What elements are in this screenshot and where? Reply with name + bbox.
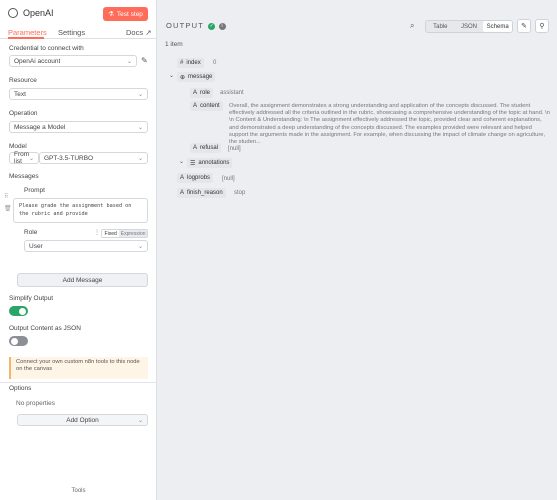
view-table[interactable]: Table xyxy=(426,21,455,32)
role-select[interactable]: User ⌄ xyxy=(24,240,148,252)
add-message-button[interactable]: Add Message xyxy=(17,273,148,287)
refusal-value: [null] xyxy=(228,146,241,152)
object-type-icon: ⊕ xyxy=(180,74,186,81)
string-type-icon: A xyxy=(193,145,198,151)
chevron-down-icon: ⌄ xyxy=(28,156,34,162)
simplify-output-label: Simplify Output xyxy=(9,295,54,302)
schema-field-message[interactable]: ⊕ message xyxy=(177,72,216,82)
operation-select[interactable]: Message a Model ⌄ xyxy=(9,121,148,133)
output-panel: OUTPUT ✓ i 1 item ⌕ Table JSON Schema ✎ … xyxy=(157,0,557,500)
edit-output-button[interactable]: ✎ xyxy=(517,19,531,33)
string-type-icon: A xyxy=(180,175,185,181)
index-value: 0 xyxy=(213,60,217,66)
flask-icon: ⚗ xyxy=(108,11,114,18)
output-header: OUTPUT ✓ i xyxy=(166,21,226,30)
info-icon[interactable]: i xyxy=(218,22,226,30)
role-label: Role xyxy=(24,229,38,236)
tab-settings[interactable]: Settings xyxy=(58,28,85,37)
external-link-icon: ↗ xyxy=(145,28,152,37)
view-schema[interactable]: Schema xyxy=(483,21,513,32)
panel-tabs: Parameters Settings Docs ↗ xyxy=(0,26,157,39)
model-label: Model xyxy=(9,143,27,150)
credential-select[interactable]: OpenAi account ⌄ xyxy=(9,55,137,67)
no-properties-text: No properties xyxy=(16,400,56,407)
schema-field-index[interactable]: # index xyxy=(177,58,204,68)
model-mode-select[interactable]: From list ⌄ xyxy=(9,151,39,165)
expand-chevron-icon[interactable]: ⌄ xyxy=(179,158,184,165)
schema-field-refusal[interactable]: Arefusal xyxy=(190,143,222,153)
string-type-icon: A xyxy=(193,90,198,96)
content-value: Overall, the assignment demonstrates a s… xyxy=(229,103,550,146)
pin-data-button[interactable]: ⚲ xyxy=(535,19,549,33)
role-value: assistant xyxy=(220,90,244,96)
string-type-icon: A xyxy=(180,190,185,196)
expression-option[interactable]: Expression xyxy=(119,230,147,237)
operation-label: Operation xyxy=(9,110,38,117)
chevron-down-icon: ⌄ xyxy=(126,59,132,65)
collapse-chevron-icon[interactable]: ⌄ xyxy=(169,72,174,79)
schema-field-finish-reason[interactable]: Afinish_reason xyxy=(177,188,226,198)
view-switcher: Table JSON Schema xyxy=(425,20,513,33)
toggle-knob xyxy=(11,337,18,345)
fixed-option[interactable]: Fixed xyxy=(102,230,120,237)
divider xyxy=(0,382,157,383)
search-icon[interactable]: ⌕ xyxy=(410,21,414,31)
node-title: OpenAI xyxy=(23,8,54,18)
tools-footer: Tools xyxy=(71,488,86,494)
tab-parameters[interactable]: Parameters xyxy=(8,28,47,37)
model-select[interactable]: GPT-3.5-TURBO ⌄ xyxy=(39,152,148,164)
array-type-icon: ☰ xyxy=(190,160,196,167)
view-json[interactable]: JSON xyxy=(455,21,484,32)
prompt-textarea[interactable]: Please grade the assignment based on the… xyxy=(13,198,148,223)
openai-logo-icon xyxy=(8,8,18,18)
chevron-down-icon: ⌄ xyxy=(137,125,143,131)
finish-reason-value: stop xyxy=(234,190,246,196)
node-parameters-panel: OpenAI ⚗ Test step Parameters Settings D… xyxy=(0,0,157,500)
schema-field-logprobs[interactable]: Alogprobs xyxy=(177,173,214,183)
fixed-expression-toggle[interactable]: Fixed Expression xyxy=(101,229,148,238)
resource-select[interactable]: Text ⌄ xyxy=(9,88,148,100)
drag-handle-icon[interactable]: ⠿ xyxy=(4,193,8,200)
toggle-knob xyxy=(19,307,26,315)
item-count: 1 item xyxy=(165,41,183,48)
success-check-icon: ✓ xyxy=(208,22,216,30)
active-tab-indicator xyxy=(8,37,44,39)
output-json-toggle[interactable] xyxy=(9,336,28,346)
resource-label: Resource xyxy=(9,77,37,84)
credential-label: Credential to connect with xyxy=(9,45,84,52)
logprobs-value: [null] xyxy=(222,176,235,182)
add-option-select[interactable]: Add Option ⌄ xyxy=(17,414,148,426)
prompt-label: Prompt xyxy=(24,187,45,194)
chevron-down-icon: ⌄ xyxy=(137,156,143,162)
string-type-icon: A xyxy=(193,103,198,109)
chevron-down-icon: ⌄ xyxy=(137,418,143,424)
test-step-button[interactable]: ⚗ Test step xyxy=(103,7,148,21)
messages-label: Messages xyxy=(9,173,39,180)
edit-pencil-icon[interactable]: ✎ xyxy=(141,56,148,65)
chevron-down-icon: ⌄ xyxy=(137,92,143,98)
schema-field-content[interactable]: Acontent xyxy=(190,101,223,111)
pencil-icon: ✎ xyxy=(521,23,527,30)
tools-notice: Connect your own custom n8n tools to thi… xyxy=(9,357,148,379)
output-json-label: Output Content as JSON xyxy=(9,325,81,332)
schema-field-role[interactable]: Arole xyxy=(190,88,214,98)
more-options-icon[interactable]: ⋮ xyxy=(94,229,100,236)
schema-field-annotations[interactable]: ☰ annotations xyxy=(187,158,233,168)
delete-message-icon[interactable]: 🗑 xyxy=(4,205,12,212)
pin-icon: ⚲ xyxy=(539,23,545,30)
number-type-icon: # xyxy=(180,60,184,66)
simplify-output-toggle[interactable] xyxy=(9,306,28,316)
chevron-down-icon: ⌄ xyxy=(137,244,143,250)
tab-docs[interactable]: Docs ↗ xyxy=(126,28,151,37)
options-label: Options xyxy=(9,385,32,392)
